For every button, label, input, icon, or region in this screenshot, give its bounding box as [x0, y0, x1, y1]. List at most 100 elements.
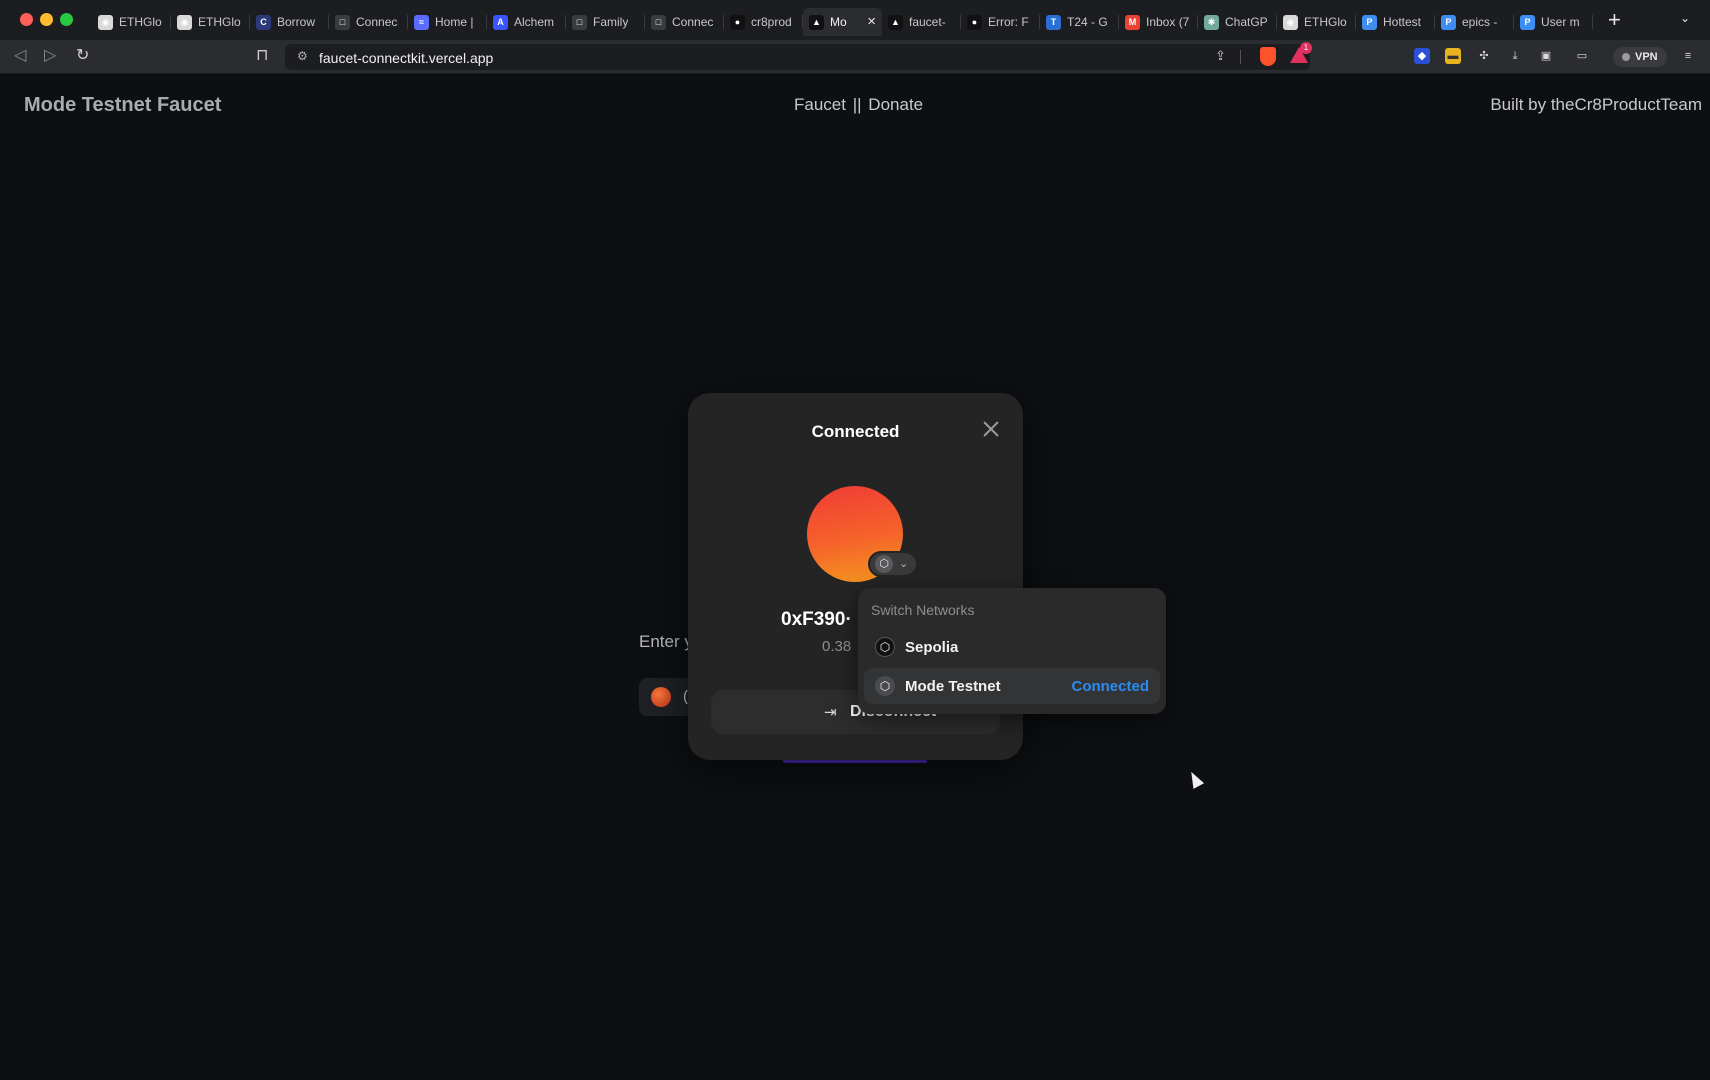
connect-icon: □ [335, 14, 350, 30]
wallet-balance: 0.38 [822, 638, 852, 655]
reload-icon[interactable]: ↻ [76, 47, 89, 65]
bookmark-icon[interactable]: ⊓ [256, 47, 268, 65]
browser-tab[interactable]: ◉ ETHGlo [171, 8, 250, 36]
browser-tab[interactable]: P User m [1514, 8, 1593, 36]
tab-title: ETHGlo [1304, 15, 1347, 29]
browser-tab[interactable]: ◉ ETHGlo [1277, 8, 1356, 36]
network-item-sepolia[interactable]: ⬡ Sepolia [864, 629, 1160, 665]
wallet-avatar-icon [651, 687, 671, 707]
browser-tab[interactable]: □ Connec [645, 8, 724, 36]
browser-tab[interactable]: □ Connec [329, 8, 408, 36]
family-icon: □ [572, 14, 587, 30]
tab-title: Alchem [514, 15, 555, 29]
tab-title: Borrow [277, 15, 316, 29]
rewards-badge: 1 [1300, 42, 1312, 54]
address-bar[interactable]: ⚙ faucet-connectkit.vercel.app ⇪ 1 [285, 42, 1312, 70]
ethglobal-icon: ◉ [1283, 14, 1298, 30]
forward-arrow-icon[interactable]: ▷ [44, 47, 56, 65]
jetbrains-icon: P [1520, 14, 1535, 30]
vercel-icon: ▲ [809, 14, 824, 30]
ethglobal-icon: ◉ [98, 14, 113, 30]
bitwarden-extension-icon[interactable]: ◆ [1414, 48, 1430, 64]
tab-title: Connec [672, 15, 714, 29]
minimize-window-button[interactable] [40, 13, 53, 26]
new-tab-button[interactable]: + [1608, 9, 1621, 31]
nav-donate-link[interactable]: Donate [868, 95, 923, 114]
chain-cube-icon: ⬡ [875, 555, 893, 573]
network-switcher-button[interactable]: ⬡ ⌄ [868, 551, 918, 577]
extensions-puzzle-icon[interactable]: ✣ [1476, 48, 1492, 64]
browser-tab[interactable]: ◉ ETHGlo [92, 8, 171, 36]
menu-icon[interactable]: ≡ [1680, 48, 1696, 64]
back-arrow-icon[interactable]: ◁ [14, 47, 26, 65]
browser-tab[interactable]: T T24 - G [1040, 8, 1119, 36]
tab-title: epics - [1462, 15, 1498, 29]
browser-tab[interactable]: ≈ Home | [408, 8, 487, 36]
tab-title: ETHGlo [198, 15, 241, 29]
network-label: Mode Testnet [905, 678, 1001, 695]
vpn-button[interactable]: VPN [1613, 47, 1667, 67]
share-icon[interactable]: ⇪ [1215, 48, 1226, 64]
github-icon: ● [967, 14, 982, 30]
browser-tab[interactable]: Pepics - [1435, 8, 1514, 36]
site-nav: Faucet || Donate [793, 95, 924, 115]
tab-title: Hottest [1383, 15, 1422, 29]
tab-title: Error: F [988, 15, 1029, 29]
alchemy-icon: A [493, 14, 508, 30]
chain-cube-icon: ⬡ [875, 637, 895, 657]
browser-tab[interactable]: M Inbox (7 [1119, 8, 1198, 36]
url-divider [1240, 50, 1241, 64]
site-credit: Built by theCr8ProductTeam [1490, 95, 1702, 114]
home-icon: ≈ [414, 14, 429, 30]
tab-list-chevron-icon[interactable]: ⌄ [1680, 11, 1690, 25]
nav-separator: || [852, 95, 862, 114]
close-window-button[interactable] [20, 13, 33, 26]
github-icon: ● [730, 14, 745, 30]
browser-tab[interactable]: P Hottest [1356, 8, 1435, 36]
logout-icon: ⇥ [824, 704, 837, 721]
site-settings-icon[interactable]: ⚙ [297, 49, 308, 63]
downloads-icon[interactable]: ⤓ [1507, 48, 1523, 64]
network-connected-status: Connected [1071, 678, 1149, 695]
tab-strip: ◉ ETHGlo ◉ ETHGlo C Borrow □ Connec ≈ Home | A Alch… [92, 8, 1593, 36]
tab-title: User m [1541, 15, 1580, 29]
wallet-icon[interactable]: ▭ [1574, 48, 1590, 64]
close-icon[interactable] [981, 419, 1001, 439]
switch-networks-dropdown: Switch Networks ⬡ Sepolia ⬡ Mode Testnet… [858, 588, 1166, 714]
tab-title: faucet- [909, 15, 946, 29]
faucet-address-label: Enter y [639, 632, 693, 651]
ethglobal-icon: ◉ [177, 14, 192, 30]
maximize-window-button[interactable] [60, 13, 73, 26]
modal-title: Connected [811, 422, 900, 441]
tab-title: Home | [435, 15, 474, 29]
wallet-extension-icon[interactable]: ▬ [1445, 48, 1461, 64]
network-item-mode-testnet[interactable]: ⬡ Mode Testnet Connected [864, 668, 1160, 704]
site-title[interactable]: Mode Testnet Faucet [24, 94, 221, 117]
browser-tab[interactable]: ✱ ChatGP [1198, 8, 1277, 36]
tab-title: ChatGP [1225, 15, 1268, 29]
vercel-icon: ▲ [888, 14, 903, 30]
browser-tab[interactable]: ▲ faucet- [882, 8, 961, 36]
nav-faucet-link[interactable]: Faucet [794, 95, 846, 114]
browser-tab-bar: ◉ ETHGlo ◉ ETHGlo C Borrow □ Connec ≈ Home | A Alch… [0, 0, 1710, 40]
browser-tab[interactable]: □ Family [566, 8, 645, 36]
t24-icon: T [1046, 14, 1061, 30]
browser-tab[interactable]: ● cr8prod [724, 8, 803, 36]
browser-tab[interactable]: A Alchem [487, 8, 566, 36]
browser-tab[interactable]: ▲ Mo × [803, 8, 882, 36]
close-tab-icon[interactable]: × [867, 13, 876, 30]
url-text[interactable]: faucet-connectkit.vercel.app [319, 50, 493, 66]
brave-shields-icon[interactable] [1260, 47, 1276, 66]
wallet-address[interactable]: 0xF390· [781, 609, 852, 631]
borrow-icon: C [256, 14, 271, 30]
sidebar-icon[interactable]: ▣ [1538, 48, 1554, 64]
tab-title: ETHGlo [119, 15, 162, 29]
browser-toolbar: ◁ ▷ ↻ ⊓ ⚙ faucet-connectkit.vercel.app ⇪… [0, 40, 1710, 74]
tab-title: T24 - G [1067, 15, 1108, 29]
tab-title: cr8prod [751, 15, 792, 29]
browser-tab[interactable]: ● Error: F [961, 8, 1040, 36]
chatgpt-icon: ✱ [1204, 14, 1219, 30]
browser-tab[interactable]: C Borrow [250, 8, 329, 36]
tab-title: Connec [356, 15, 398, 29]
connect-icon: □ [651, 14, 666, 30]
